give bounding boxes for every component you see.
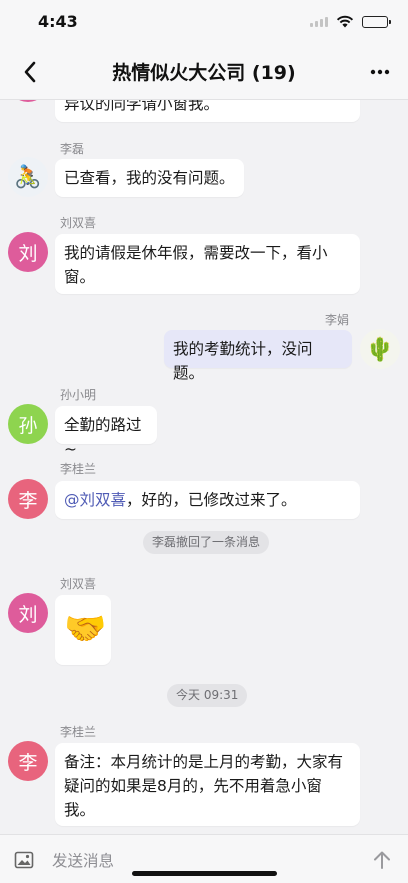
avatar-initial: 孙 xyxy=(18,414,38,437)
message-bubble[interactable]: @刘双喜，好的，已修改过来了。 xyxy=(55,481,360,519)
message-bubble[interactable]: 已查看，我的没有问题。 xyxy=(55,159,244,197)
cyclist-emoji-icon: 🚴 xyxy=(14,164,42,190)
message-text-line: 备注：本月统计的是上月的考勤，大家有 xyxy=(64,753,344,771)
message-text: ，好的，已修改过来了。 xyxy=(126,491,297,509)
message-bubble[interactable]: 我的考勤统计，没问题。 xyxy=(164,330,352,382)
status-time: 4:43 xyxy=(38,12,78,31)
avatar-initial: 刘 xyxy=(18,242,38,265)
timestamp-divider: 今天 09:31 xyxy=(167,684,248,707)
handshake-emoji-icon: 🤝 xyxy=(64,609,107,649)
message-bubble[interactable]: 全勤的路过~ xyxy=(55,406,157,458)
message-bubble[interactable]: 我的请假是休年假，需要改一下，看小 窗。 xyxy=(55,234,360,294)
sender-name: 刘双喜 xyxy=(60,216,97,230)
page-title: 热情似火大公司 (19) xyxy=(112,62,296,84)
avatar[interactable]: 李 xyxy=(8,479,48,519)
message-text-line: 窗。 xyxy=(64,268,96,286)
avatar[interactable]: 刘 xyxy=(8,593,48,633)
message-bubble[interactable]: 备注：本月统计的是上月的考勤，大家有 疑问的如果是8月的，先不用着急小窗 我。 xyxy=(55,743,360,826)
message-text: 已查看，我的没有问题。 xyxy=(64,169,235,187)
system-notice: 李磊撤回了一条消息 xyxy=(143,531,270,554)
sender-name: 李桂兰 xyxy=(60,462,97,476)
avatar[interactable]: 🚴 xyxy=(8,157,48,197)
sender-name: 刘双喜 xyxy=(60,577,97,591)
home-indicator xyxy=(132,871,277,876)
message-bubble[interactable]: 异议的同学请小窗我。 xyxy=(55,100,360,122)
more-button[interactable] xyxy=(366,58,394,86)
status-bar: 4:43 xyxy=(0,0,408,44)
chevron-left-icon xyxy=(24,61,36,83)
message-text-line: 我的请假是休年假，需要改一下，看小 xyxy=(64,244,328,262)
message-text-line: 疑问的如果是8月的，先不用着急小窗 xyxy=(64,777,322,795)
avatar[interactable]: 刘 xyxy=(8,232,48,272)
signal-icon xyxy=(310,16,328,27)
arrow-up-icon[interactable] xyxy=(370,848,394,872)
avatar-initial: 刘 xyxy=(18,603,38,626)
battery-icon xyxy=(362,15,391,28)
cactus-emoji-icon: 🌵 xyxy=(365,336,395,363)
avatar[interactable]: 孙 xyxy=(8,404,48,444)
avatar[interactable]: 🌵 xyxy=(360,329,400,369)
avatar-initial: 李 xyxy=(18,489,38,512)
status-icons xyxy=(310,15,391,28)
back-button[interactable] xyxy=(16,58,44,86)
sender-name: 孙小明 xyxy=(60,388,97,402)
sender-name: 李磊 xyxy=(60,142,85,156)
mention-link[interactable]: @刘双喜 xyxy=(64,491,126,509)
wifi-icon xyxy=(336,15,354,28)
message-list[interactable]: 异议的同学请小窗我。 李磊 🚴 已查看，我的没有问题。 刘双喜 刘 我的请假是休… xyxy=(0,100,408,834)
ellipsis-icon xyxy=(370,69,390,75)
sender-name: 李桂兰 xyxy=(60,725,97,739)
message-text: 全勤的路过~ xyxy=(64,416,142,458)
avatar[interactable] xyxy=(8,100,48,102)
avatar-initial: 李 xyxy=(18,751,38,774)
message-text: 异议的同学请小窗我。 xyxy=(64,100,220,113)
message-input[interactable]: 发送消息 xyxy=(52,849,114,871)
message-text: 我的考勤统计，没问题。 xyxy=(173,340,313,382)
nav-bar: 热情似火大公司 (19) xyxy=(0,44,408,100)
image-icon[interactable] xyxy=(14,850,34,870)
sender-name: 李娟 xyxy=(324,313,349,327)
message-text-line: 我。 xyxy=(64,801,96,819)
avatar[interactable]: 李 xyxy=(8,741,48,781)
message-bubble[interactable]: 🤝 xyxy=(55,595,111,665)
